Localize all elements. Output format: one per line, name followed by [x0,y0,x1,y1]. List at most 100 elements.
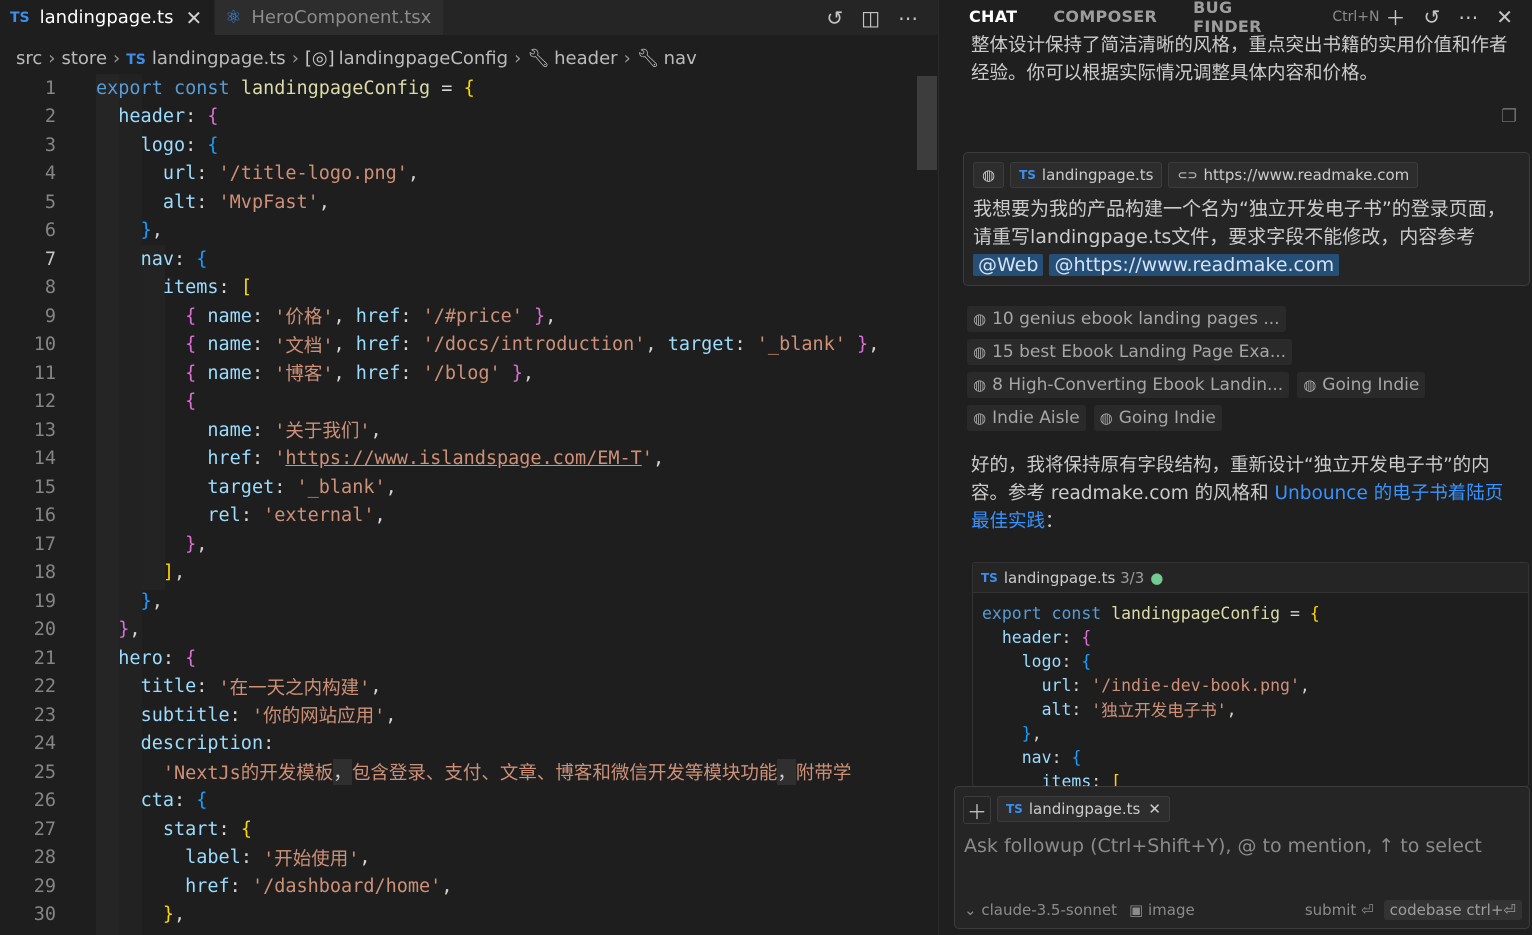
source-chip[interactable]: ◍ Indie Aisle [967,405,1086,431]
code-line[interactable]: 15 target: '_blank', [0,473,938,502]
code-line[interactable]: 24 description: [0,730,938,759]
breadcrumb-src[interactable]: src [16,48,42,69]
submit-button[interactable]: submit ⏎ [1305,901,1374,919]
submit-label: submit [1304,901,1357,919]
code-token: , [151,220,163,242]
codebase-button[interactable]: codebase ctrl+⏎ [1383,900,1522,920]
source-chip[interactable]: ◍ 15 best Ebook Landing Page Exa... [967,339,1293,365]
code-token: { [185,647,197,669]
tab-herocomponent[interactable]: ⚛ HeroComponent.tsx [215,0,445,35]
code-line[interactable]: 28 label: '开始使用', [0,844,938,873]
code-line[interactable]: 21 hero: { [0,644,938,673]
line-number: 24 [33,733,56,755]
code-line[interactable]: 1 export const landingpageConfig = { [0,74,938,103]
code-line[interactable]: 29 href: '/dashboard/home', [0,872,938,901]
followup-input[interactable]: Ask followup (Ctrl+Shift+Y), @ to mentio… [964,835,1482,857]
code-line[interactable]: 26 cta: { [0,787,938,816]
code-line[interactable]: 3 logo: { [0,131,938,160]
breadcrumb-header[interactable]: 🔧︎ header [527,48,617,69]
code-token: : [162,647,186,669]
panel-tabs: CHAT COMPOSER BUG FINDER Ctrl+N ＋ ↺ ⋯ ✕ [939,0,1532,36]
source-chip[interactable]: ◍ 8 High-Converting Ebook Landin... [967,372,1290,398]
code-line[interactable]: 6 }, [0,217,938,246]
line-number: 30 [33,904,56,926]
tab-bug-finder[interactable]: BUG FINDER [1193,0,1296,36]
line-number: 28 [33,847,56,869]
followup-box[interactable]: ＋ TS landingpage.ts ✕ Ask followup (Ctrl+S… [954,786,1530,929]
copy-icon[interactable]: ❐ [1501,106,1517,127]
code-token: items [1041,771,1092,787]
add-context-button[interactable]: ＋ [963,796,991,824]
source-chip[interactable]: ◍ Going Indie [1093,405,1222,431]
link-chip[interactable]: ⊂⊃ https://www.readmake.com [1168,162,1419,188]
code-text: }, [96,217,163,246]
breadcrumb-file[interactable]: TS landingpage.ts [126,48,285,69]
model-selector[interactable]: ⌄ claude-3.5-sonnet [964,901,1117,919]
more-icon[interactable]: ⋯ [898,6,918,30]
code-token: { [185,362,197,384]
breadcrumb-nav[interactable]: 🔧︎ nav [637,48,697,69]
history-icon[interactable]: ↺ [826,6,843,30]
code-line[interactable]: 18 ], [0,559,938,588]
code-token: '/title-logo.png' [218,163,408,185]
code-token: : [1061,651,1082,671]
code-line[interactable]: 8 items: [ [0,274,938,303]
close-icon[interactable]: ✕ [1496,5,1513,29]
close-icon[interactable]: ✕ [185,6,202,30]
code-line[interactable]: 9 { name: '价格', href: '/#price' }, [0,302,938,331]
user-query[interactable]: ◍ TS landingpage.ts ⊂⊃ https://www.readmak… [963,152,1530,286]
code-line[interactable]: 16 rel: 'external', [0,502,938,531]
minimap[interactable] [916,74,938,935]
scrollbar-thumb[interactable] [917,76,937,170]
tab-landingpage[interactable]: TS landingpage.ts ✕ [0,0,216,35]
code-line[interactable]: 27 start: { [0,815,938,844]
image-button[interactable]: ▣ image [1129,901,1195,919]
line-number: 12 [33,391,56,413]
code-token: 'external' [263,505,375,527]
code-line[interactable]: 2 header: { [0,103,938,132]
code-line[interactable]: 25 'NextJs的开发模板，包含登录、支付、文章、博客和微信开发等模块功能，… [0,758,938,787]
globe-chip[interactable]: ◍ [973,162,1005,188]
code-line[interactable]: 23 subtitle: '你的网站应用', [0,701,938,730]
code-line[interactable]: 20 }, [0,616,938,645]
tab-chat[interactable]: CHAT [969,7,1017,26]
mention-web[interactable]: @Web [973,254,1044,276]
code-line[interactable]: 19 }, [0,587,938,616]
code-token: cta [140,790,174,812]
wrench-icon: 🔧︎ [636,47,660,69]
code-line[interactable]: 7 nav: { [0,245,938,274]
code-token: const [1051,603,1102,623]
code-line[interactable]: 10 { name: '文档', href: '/docs/introducti… [0,331,938,360]
breadcrumb-store[interactable]: store [61,48,107,69]
more-icon[interactable]: ⋯ [1458,5,1478,29]
source-label: Going Indie [1322,375,1420,395]
code-line[interactable]: 4 url: '/title-logo.png', [0,160,938,189]
split-editor-icon[interactable]: ◫ [861,6,880,30]
mention-url[interactable]: @https://www.readmake.com [1049,254,1340,276]
source-chip[interactable]: ◍ Going Indie [1297,372,1426,398]
close-icon[interactable]: ✕ [1148,800,1161,818]
code-line[interactable]: 11 { name: '博客', href: '/blog' }, [0,359,938,388]
source-chip[interactable]: ◍ 10 genius ebook landing pages ... [967,306,1286,332]
file-chip[interactable]: TS landingpage.ts ✕ [997,796,1170,822]
code-line[interactable]: 17 }, [0,530,938,559]
code-line[interactable]: 30 }, [0,901,938,930]
tab-composer[interactable]: COMPOSER [1053,7,1157,26]
breadcrumb-config[interactable]: [◎] landingpageConfig [305,48,508,69]
history-icon[interactable]: ↺ [1423,5,1440,29]
code-line[interactable]: 5 alt: 'MvpFast', [0,188,938,217]
code-suggestion[interactable]: TS landingpage.ts 3/3 ● export const lan… [972,562,1529,787]
code-lines[interactable]: 1 export const landingpageConfig = {2 hea… [0,74,938,929]
line-number: 3 [44,134,56,156]
code-line[interactable]: 12 { [0,388,938,417]
plus-icon[interactable]: ＋ [1385,2,1405,31]
file-chip[interactable]: TS landingpage.ts [1010,162,1163,188]
code-line[interactable]: 14 href: ' https://www.islandspage.com/EM… [0,445,938,474]
code-line[interactable]: 13 name: '关于我们', [0,416,938,445]
code-text: header: { [96,103,218,132]
typescript-icon: TS [10,9,30,26]
code-line[interactable]: 22 title: '在一天之内构建', [0,673,938,702]
